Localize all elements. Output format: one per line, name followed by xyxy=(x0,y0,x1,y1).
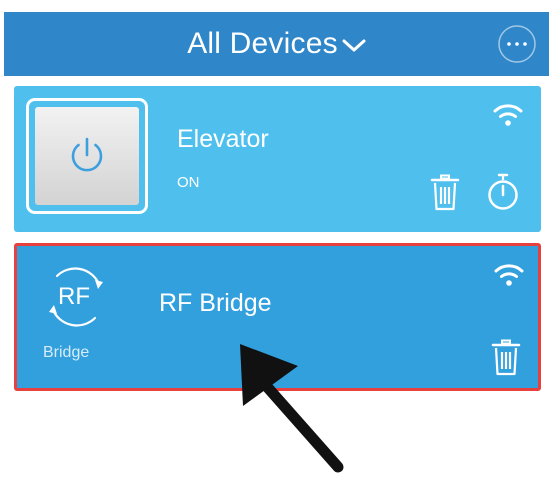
rf-icon-text: RF xyxy=(58,283,90,310)
wifi-icon xyxy=(494,264,524,286)
rf-icon-label: Bridge xyxy=(43,344,90,361)
trash-icon[interactable] xyxy=(430,174,460,212)
device-name: Elevator xyxy=(177,125,269,153)
wifi-icon xyxy=(493,104,523,126)
timer-icon[interactable] xyxy=(486,172,520,212)
power-button-frame xyxy=(26,98,148,214)
device-card-elevator[interactable]: Elevator ON xyxy=(14,86,541,232)
device-filter-dropdown[interactable]: All Devices xyxy=(4,12,549,76)
power-icon xyxy=(71,137,103,172)
arrow-icon xyxy=(240,344,344,473)
device-status: ON xyxy=(177,174,200,191)
trash-icon[interactable] xyxy=(491,339,521,377)
header-title: All Devices xyxy=(187,27,338,60)
more-dots-icon[interactable] xyxy=(497,24,537,64)
chevron-down-icon xyxy=(342,39,366,52)
power-button[interactable] xyxy=(35,107,139,205)
device-name: RF Bridge xyxy=(159,289,272,317)
app-header: All Devices xyxy=(4,12,549,76)
rf-bridge-icon: RF Bridge xyxy=(37,262,117,372)
